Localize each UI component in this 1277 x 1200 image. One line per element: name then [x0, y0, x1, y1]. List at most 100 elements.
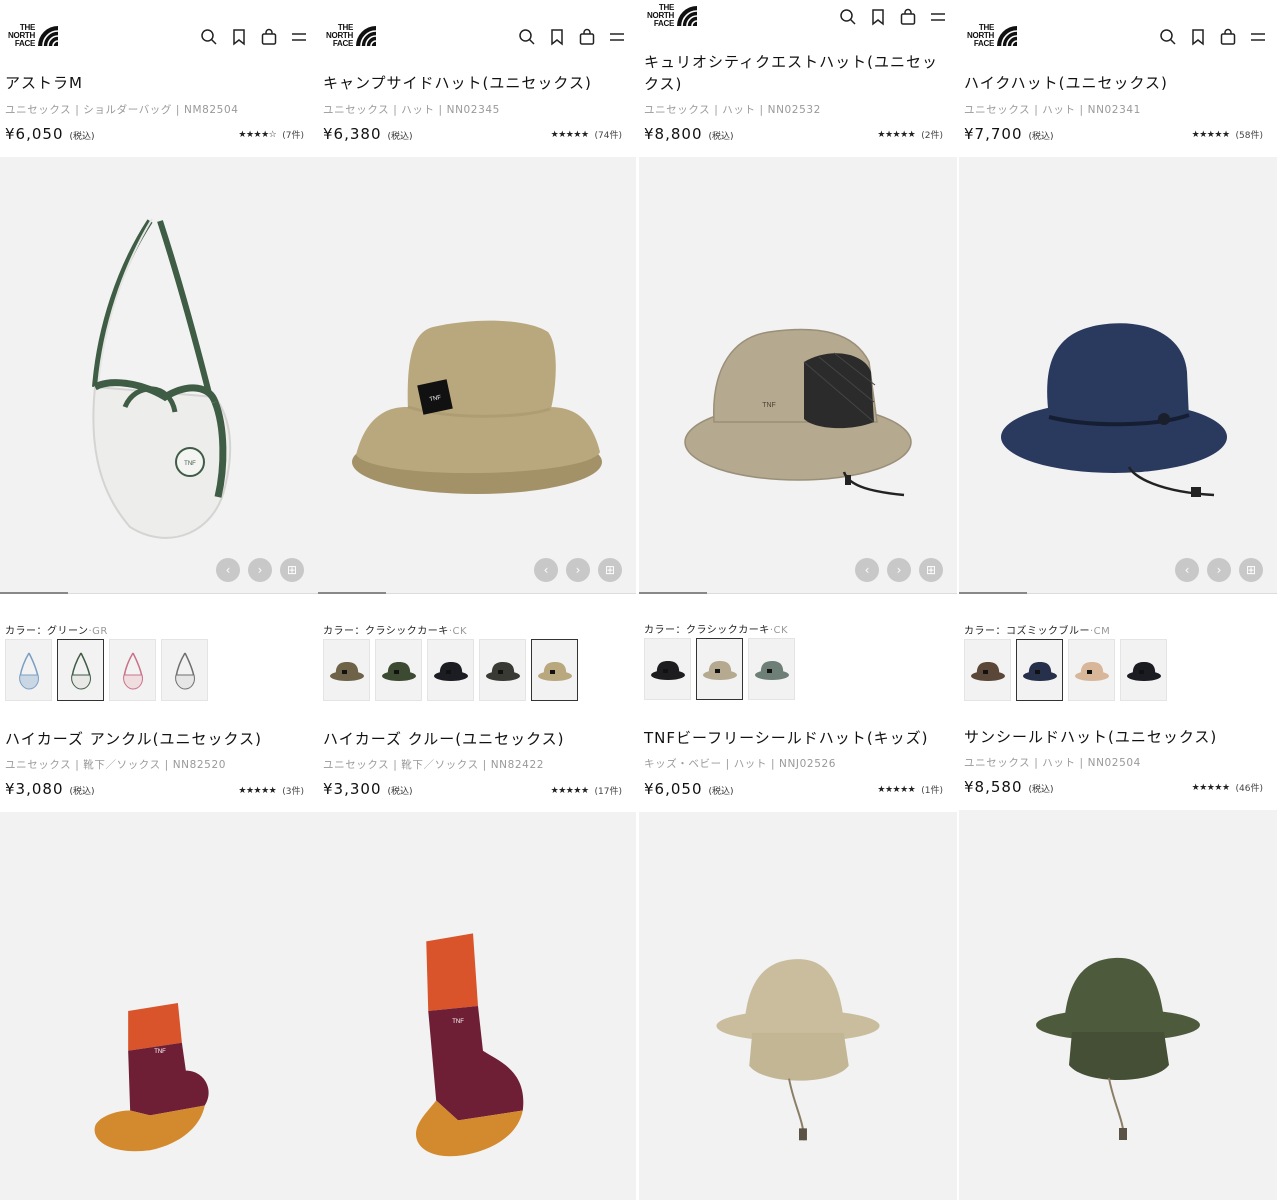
- color-swatch[interactable]: [1016, 639, 1063, 701]
- chevron-left-icon[interactable]: ‹: [216, 558, 240, 582]
- product-rating[interactable]: ★★★★★ (17件): [551, 784, 622, 798]
- product-price: ¥3,080 (税込): [5, 780, 95, 798]
- product-title[interactable]: アストラM: [5, 72, 306, 94]
- product-image[interactable]: ‹ › ⊞: [959, 157, 1277, 593]
- product-rating[interactable]: ★★★★★ (3件): [238, 784, 304, 798]
- product-image[interactable]: TNF ‹ › ⊞: [0, 157, 318, 593]
- search-icon[interactable]: [1159, 28, 1177, 50]
- color-code: ·GR: [88, 626, 108, 637]
- grid-icon[interactable]: ⊞: [280, 558, 304, 582]
- site-header: THE NORTH FACE: [959, 0, 1277, 60]
- cart-icon[interactable]: [899, 8, 917, 30]
- product-image[interactable]: [959, 810, 1277, 1200]
- brand-logo[interactable]: THE NORTH FACE: [964, 24, 1018, 50]
- bookmark-icon[interactable]: [548, 28, 566, 50]
- product-image[interactable]: TNF ‹ › ⊞: [639, 157, 957, 593]
- header-icons: [200, 28, 308, 50]
- color-swatch[interactable]: [161, 639, 208, 701]
- color-swatch[interactable]: [427, 639, 474, 701]
- product-title[interactable]: キャンプサイドハット(ユニセックス): [323, 72, 624, 94]
- color-swatch[interactable]: [1120, 639, 1167, 701]
- grid-icon[interactable]: ⊞: [919, 558, 943, 582]
- color-swatch[interactable]: [109, 639, 156, 701]
- cart-icon[interactable]: [260, 28, 278, 50]
- chevron-right-icon[interactable]: ›: [248, 558, 272, 582]
- color-swatches: [644, 638, 795, 700]
- bookmark-icon[interactable]: [1189, 28, 1207, 50]
- product-image[interactable]: [639, 812, 957, 1200]
- header-icons: [518, 28, 626, 50]
- pager-active-segment: [959, 592, 1027, 594]
- product-meta: ユニセックス | ハット | NN02345: [323, 104, 500, 116]
- color-name: コズミックブルー: [1006, 626, 1090, 637]
- menu-icon[interactable]: [290, 28, 308, 50]
- product-column-2: THE NORTH FACE キャンプサイドハット(ユニセックス) ユニセックス | …: [318, 0, 636, 1200]
- cart-icon[interactable]: [1219, 28, 1237, 50]
- grid-icon[interactable]: ⊞: [598, 558, 622, 582]
- color-prefix: カラー：: [644, 625, 686, 636]
- tax-label: (税込): [69, 787, 95, 797]
- color-swatch[interactable]: [375, 639, 422, 701]
- cart-icon[interactable]: [578, 28, 596, 50]
- color-swatch[interactable]: [5, 639, 52, 701]
- search-icon[interactable]: [200, 28, 218, 50]
- product-price: ¥6,050 (税込): [644, 780, 734, 798]
- color-swatch[interactable]: [531, 639, 578, 701]
- product-rating[interactable]: ★★★★★ (58件): [1192, 128, 1263, 142]
- search-icon[interactable]: [518, 28, 536, 50]
- menu-icon[interactable]: [608, 28, 626, 50]
- search-icon[interactable]: [839, 8, 857, 30]
- chevron-left-icon[interactable]: ‹: [855, 558, 879, 582]
- bookmark-icon[interactable]: [869, 8, 887, 30]
- color-label: カラー：コズミックブルー·CM: [964, 622, 1110, 637]
- chevron-right-icon[interactable]: ›: [887, 558, 911, 582]
- half-dome-logo-icon: [997, 26, 1018, 47]
- product-title[interactable]: サンシールドハット(ユニセックス): [964, 726, 1265, 748]
- pager-active-segment: [639, 592, 707, 594]
- product-image[interactable]: TNF: [0, 812, 318, 1200]
- chevron-right-icon[interactable]: ›: [1207, 558, 1231, 582]
- brand-logo[interactable]: THE NORTH FACE: [644, 4, 698, 30]
- image-pager-divider: [959, 592, 1277, 594]
- product-rating[interactable]: ★★★★★ (46件): [1192, 781, 1263, 795]
- product-image[interactable]: TNF: [318, 812, 636, 1200]
- color-swatch[interactable]: [323, 639, 370, 701]
- product-image[interactable]: TNF ‹ › ⊞: [318, 157, 636, 593]
- color-swatches: [5, 639, 208, 701]
- product-title[interactable]: ハイカーズ アンクル(ユニセックス): [5, 728, 306, 750]
- brand-logo[interactable]: THE NORTH FACE: [323, 24, 377, 50]
- chevron-right-icon[interactable]: ›: [566, 558, 590, 582]
- color-swatch[interactable]: [1068, 639, 1115, 701]
- product-price: ¥8,800 (税込): [644, 125, 734, 143]
- rating-stars: ★★★★★: [877, 784, 916, 795]
- product-title[interactable]: TNFビーフリーシールドハット(キッズ): [644, 727, 945, 749]
- product-meta: ユニセックス | ハット | NN02341: [964, 104, 1141, 116]
- pager-active-segment: [0, 592, 68, 594]
- menu-icon[interactable]: [1249, 28, 1267, 50]
- svg-text:TNF: TNF: [452, 1019, 464, 1025]
- color-label: カラー：クラシックカーキ·CK: [323, 622, 467, 637]
- color-swatch[interactable]: [696, 638, 743, 700]
- carousel-controls: ‹ › ⊞: [855, 558, 943, 582]
- product-rating[interactable]: ★★★★★ (2件): [877, 128, 943, 142]
- product-rating[interactable]: ★★★★★ (1件): [877, 783, 943, 797]
- color-swatch[interactable]: [479, 639, 526, 701]
- color-swatch[interactable]: [644, 638, 691, 700]
- chevron-left-icon[interactable]: ‹: [534, 558, 558, 582]
- brand-logo[interactable]: THE NORTH FACE: [5, 24, 59, 50]
- color-swatch[interactable]: [964, 639, 1011, 701]
- menu-icon[interactable]: [929, 8, 947, 30]
- product-rating[interactable]: ★★★★☆ (7件): [238, 128, 304, 142]
- product-title[interactable]: キュリオシティクエストハット(ユニセックス): [644, 51, 945, 95]
- color-swatch[interactable]: [57, 639, 104, 701]
- svg-text:TNF: TNF: [762, 402, 776, 409]
- product-title[interactable]: ハイカーズ クルー(ユニセックス): [323, 728, 624, 750]
- bookmark-icon[interactable]: [230, 28, 248, 50]
- grid-icon[interactable]: ⊞: [1239, 558, 1263, 582]
- product-rating[interactable]: ★★★★★ (74件): [551, 128, 622, 142]
- chevron-left-icon[interactable]: ‹: [1175, 558, 1199, 582]
- product-meta: ユニセックス | ショルダーバッグ | NM82504: [5, 104, 239, 116]
- review-count: (7件): [282, 131, 304, 141]
- color-swatch[interactable]: [748, 638, 795, 700]
- product-title[interactable]: ハイクハット(ユニセックス): [964, 72, 1265, 94]
